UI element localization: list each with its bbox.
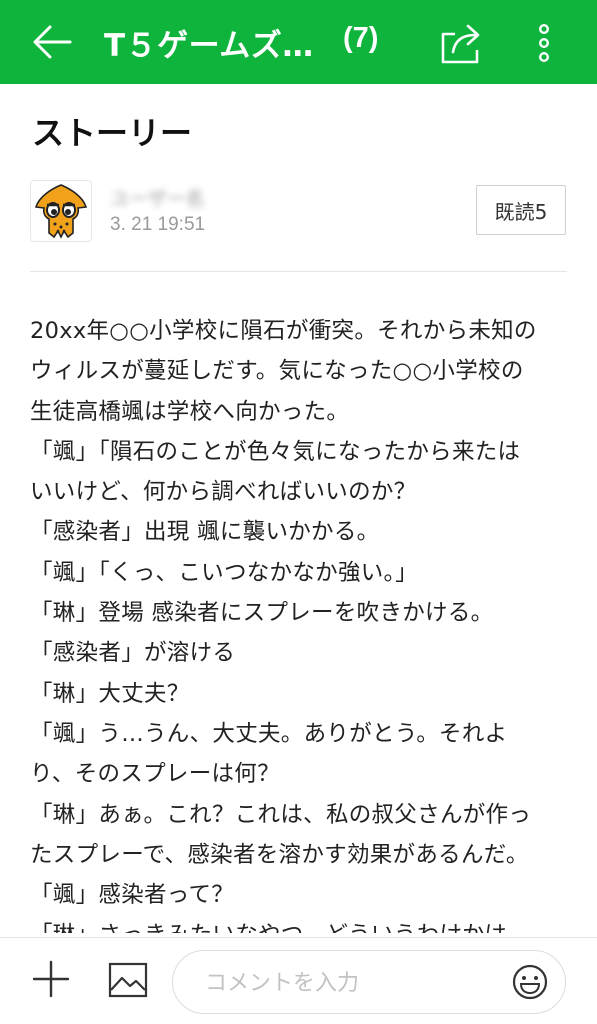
share-icon[interactable]	[437, 20, 487, 66]
post-body-line: ウィルスが蔓延しだす。気になった○○小学校の	[30, 358, 524, 385]
post-body-line: 「颯」う…うん、大丈夫。ありがとう。それよ	[30, 720, 508, 747]
author-name[interactable]: ユーザー名	[110, 184, 205, 211]
post-body-line: り、そのスプレーは何？	[30, 761, 280, 788]
comment-field[interactable]	[172, 950, 566, 1014]
smiley-icon[interactable]	[511, 963, 549, 1001]
post-body-line: 20xx年○○小学校に隕石が衝突。それから未知の	[30, 318, 537, 344]
post-body-line: 「颯」「隕石のことが色々気になったから来たは	[30, 438, 521, 465]
post-body: 20xx年○○小学校に隕石が衝突。それから未知の ウィルスが蔓延しだす。気になった…	[30, 311, 575, 933]
app-header: T５ゲームズ… (7)	[0, 0, 597, 84]
author-avatar[interactable]	[30, 180, 92, 242]
more-vertical-icon[interactable]	[530, 22, 558, 64]
read-count-button[interactable]: 既読5	[476, 185, 566, 235]
post-title: ストーリー	[32, 114, 193, 152]
page-title: T５ゲームズ…	[104, 28, 314, 64]
post-body-line: 「感染者」が溶ける	[30, 640, 236, 667]
post-body-line: 「琳」あぁ。これ？これは、私の叔父さんが作っ	[30, 801, 532, 828]
post-body-line: 「感染者」出現 颯に襲いかかる。	[30, 519, 380, 546]
image-icon[interactable]	[108, 962, 148, 998]
post-body-line: 生徒高橋颯は学校へ向かった。	[30, 398, 350, 425]
member-count: (7)	[343, 22, 379, 54]
post-body-line: たスプレーで、感染者を溶かす効果があるんだ。	[30, 841, 529, 868]
arrow-left-icon[interactable]	[30, 22, 74, 62]
plus-icon[interactable]	[32, 960, 70, 998]
post-body-line: いいけど、何から調べればいいのか？	[30, 479, 417, 506]
post-body-line: 「颯」「くっ、こいつなかなか強い。」	[30, 559, 418, 586]
header-divider	[30, 271, 567, 272]
comment-input[interactable]	[203, 965, 497, 1001]
post-body-line: 「琳」大丈夫？	[30, 680, 190, 707]
comment-bar	[0, 937, 597, 1024]
post-body-line: 「颯」感染者って？	[30, 882, 235, 909]
squid-avatar-icon	[34, 184, 88, 239]
post-date: 3. 21 19:51	[110, 214, 206, 235]
post-body-line: 「琳」登場 感染者にスプレーを吹きかける。	[30, 600, 494, 627]
post-body-line: 「琳」さっきみたいなやつ。どういうわけかは、	[30, 915, 575, 933]
